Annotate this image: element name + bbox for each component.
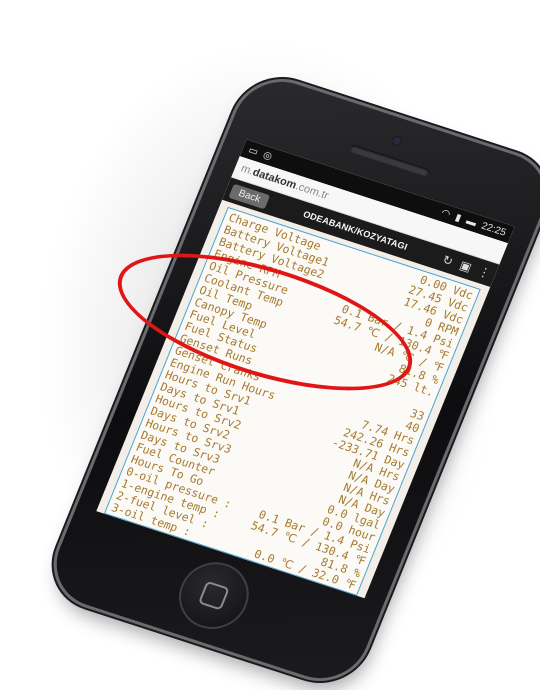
signal-icon: ▮ [453,211,463,224]
tabs-icon[interactable]: ▣ [458,258,474,275]
front-camera-icon [389,134,404,148]
home-square-icon [197,580,230,611]
earpiece-speaker [349,144,431,178]
whatsapp-icon: ◎ [261,149,274,163]
menu-icon[interactable]: ⋮ [476,264,493,281]
battery-icon: ▬ [464,215,479,229]
notification-icon: ▭ [246,144,260,158]
home-button[interactable] [168,553,259,638]
refresh-icon[interactable]: ↻ [440,252,455,268]
wifi-icon: ◠ [439,207,453,221]
